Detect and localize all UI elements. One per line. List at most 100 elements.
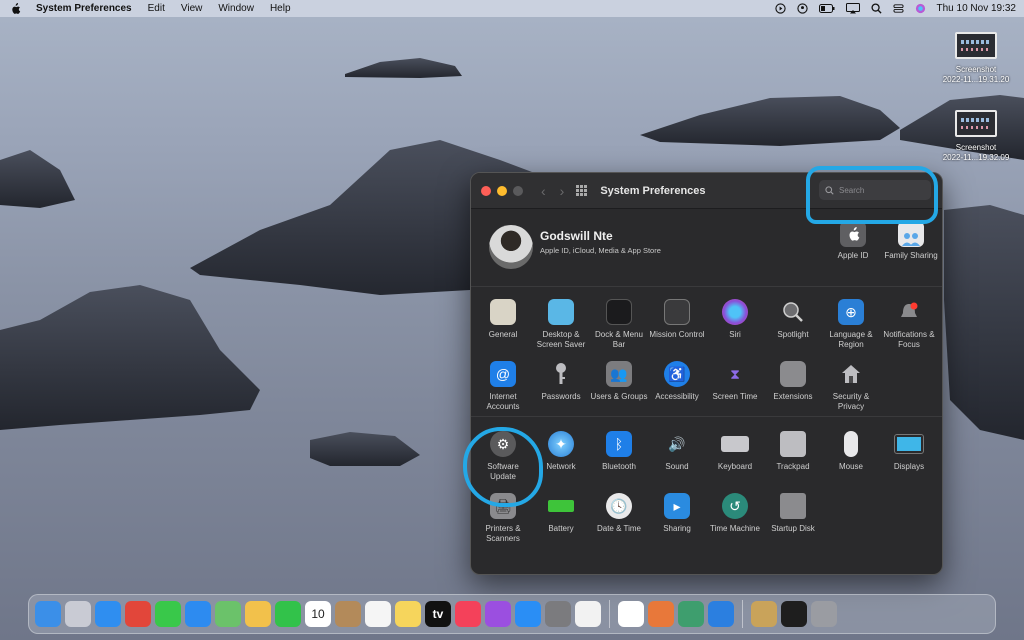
pane-security-privacy[interactable]: Security & Privacy	[822, 361, 880, 423]
battery-status-icon[interactable]	[818, 3, 835, 14]
close-window-button[interactable]	[481, 185, 491, 196]
pane-notifications-focus[interactable]: Notifications & Focus	[880, 299, 938, 361]
screen-time-icon: ⧗	[730, 366, 740, 382]
pane-date-time[interactable]: 🕓 Date & Time	[590, 493, 648, 555]
mail-icon[interactable]	[185, 601, 211, 627]
preferences-section-personal: General Desktop & Screen Saver Dock & Me…	[471, 287, 942, 417]
contacts-icon[interactable]	[335, 601, 361, 627]
pane-dock-menu-bar[interactable]: Dock & Menu Bar	[590, 299, 648, 361]
maps-icon[interactable]	[215, 601, 241, 627]
apple-id-header: Godswill Nte Apple ID, iCloud, Media & A…	[471, 209, 942, 287]
desktop-file-screenshot-2[interactable]: Screenshot 2022-11...19.32.09	[931, 110, 1021, 163]
terminal-icon[interactable]	[781, 601, 807, 627]
pane-general[interactable]: General	[474, 299, 532, 361]
pane-mission-control[interactable]: Mission Control	[648, 299, 706, 361]
pane-label: Bluetooth	[602, 462, 636, 471]
pane-mouse[interactable]: Mouse	[822, 431, 880, 493]
pane-label: Screen Time	[712, 392, 758, 401]
pane-spotlight[interactable]: Spotlight	[764, 299, 822, 361]
pane-siri[interactable]: Siri	[706, 299, 764, 361]
menu-window[interactable]: Window	[218, 3, 254, 14]
pane-label: Users & Groups	[590, 392, 648, 401]
minimize-window-button[interactable]	[497, 185, 507, 196]
sourcetree-icon[interactable]	[618, 601, 644, 627]
pane-bluetooth[interactable]: ᛒ Bluetooth	[590, 431, 648, 493]
screen-mirroring-icon[interactable]	[845, 3, 860, 14]
finder-icon[interactable]	[35, 601, 61, 627]
xcode-icon[interactable]	[708, 601, 734, 627]
podcasts-icon[interactable]	[485, 601, 511, 627]
system-preferences-icon[interactable]	[545, 601, 571, 627]
trash-icon[interactable]	[811, 601, 837, 627]
pane-trackpad[interactable]: Trackpad	[764, 431, 822, 493]
user-status-icon[interactable]	[796, 3, 808, 14]
pane-screen-time[interactable]: ⧗ Screen Time	[706, 361, 764, 423]
pane-software-update[interactable]: ⚙ Software Update	[474, 431, 532, 493]
sound-icon: 🔊	[668, 436, 686, 452]
show-all-grid-icon[interactable]	[576, 184, 588, 197]
pane-sound[interactable]: 🔊 Sound	[648, 431, 706, 493]
accessibility-keyboard-icon[interactable]	[575, 601, 601, 627]
pane-passwords[interactable]: Passwords	[532, 361, 590, 423]
pane-displays[interactable]: Displays	[880, 431, 938, 493]
pane-family-sharing[interactable]: Family Sharing	[883, 221, 939, 261]
pane-printers-scanners[interactable]: 🖨 Printers & Scanners	[474, 493, 532, 555]
facetime-icon[interactable]	[275, 601, 301, 627]
mission-control-icon	[664, 299, 690, 325]
search-icon	[825, 185, 834, 195]
chrome-icon[interactable]	[125, 601, 151, 627]
menu-help[interactable]: Help	[270, 3, 291, 14]
pane-accessibility[interactable]: ♿ Accessibility	[648, 361, 706, 423]
pane-label: Mission Control	[649, 330, 705, 339]
pane-language-region[interactable]: ⊕ Language & Region	[822, 299, 880, 361]
preferences-section-hardware: ⚙ Software Update ✦ Network ᛒ Bluetooth 🔊 So…	[471, 417, 942, 555]
photos-icon[interactable]	[245, 601, 271, 627]
safari-icon[interactable]	[95, 601, 121, 627]
window-titlebar: ‹ › System Preferences	[471, 173, 942, 209]
play-status-icon[interactable]	[774, 3, 786, 14]
messages-icon[interactable]	[155, 601, 181, 627]
preview-icon[interactable]	[751, 601, 777, 627]
pane-users-groups[interactable]: 👥 Users & Groups	[590, 361, 648, 423]
desktop-screensaver-icon	[548, 299, 574, 325]
pane-extensions[interactable]: Extensions	[764, 361, 822, 423]
atom-icon[interactable]	[678, 601, 704, 627]
pane-label: Passwords	[541, 392, 581, 401]
pane-apple-id[interactable]: Apple ID	[825, 221, 881, 261]
control-center-icon[interactable]	[892, 3, 904, 14]
appletv-icon[interactable]: tv	[425, 601, 451, 627]
pane-internet-accounts[interactable]: @ Internet Accounts	[474, 361, 532, 423]
back-chevron-icon[interactable]: ‹	[541, 183, 546, 199]
reminders-icon[interactable]	[365, 601, 391, 627]
pane-battery[interactable]: Battery	[532, 493, 590, 555]
pane-label: Apple ID	[837, 251, 869, 260]
pane-label: Battery	[548, 524, 574, 533]
firefox-icon[interactable]	[648, 601, 674, 627]
pane-desktop-screen-saver[interactable]: Desktop & Screen Saver	[532, 299, 590, 361]
search-input[interactable]	[839, 185, 919, 195]
security-privacy-icon	[838, 361, 864, 387]
menu-edit[interactable]: Edit	[148, 3, 165, 14]
launchpad-icon[interactable]	[65, 601, 91, 627]
pane-sharing[interactable]: ▸ Sharing	[648, 493, 706, 555]
menu-view[interactable]: View	[181, 3, 203, 14]
calendar-icon[interactable]: 10	[305, 601, 331, 627]
menu-app-name[interactable]: System Preferences	[36, 3, 132, 14]
zoom-window-button[interactable]	[513, 185, 523, 196]
desktop-file-screenshot-1[interactable]: Screenshot 2022-11...19.31.20	[931, 32, 1021, 85]
music-icon[interactable]	[455, 601, 481, 627]
pane-keyboard[interactable]: Keyboard	[706, 431, 764, 493]
apple-menu-icon[interactable]	[8, 2, 22, 15]
dock-menubar-icon	[606, 299, 632, 325]
siri-menu-icon[interactable]	[915, 3, 926, 14]
pane-network[interactable]: ✦ Network	[532, 431, 590, 493]
pane-startup-disk[interactable]: Startup Disk	[764, 493, 822, 555]
avatar[interactable]	[489, 225, 533, 269]
menu-clock[interactable]: Thu 10 Nov 19:32	[937, 3, 1017, 14]
notes-icon[interactable]	[395, 601, 421, 627]
appstore-icon[interactable]	[515, 601, 541, 627]
spotlight-menu-icon[interactable]	[870, 3, 882, 14]
search-field[interactable]	[819, 180, 931, 200]
forward-chevron-icon[interactable]: ›	[560, 183, 565, 199]
pane-time-machine[interactable]: ↺ Time Machine	[706, 493, 764, 555]
